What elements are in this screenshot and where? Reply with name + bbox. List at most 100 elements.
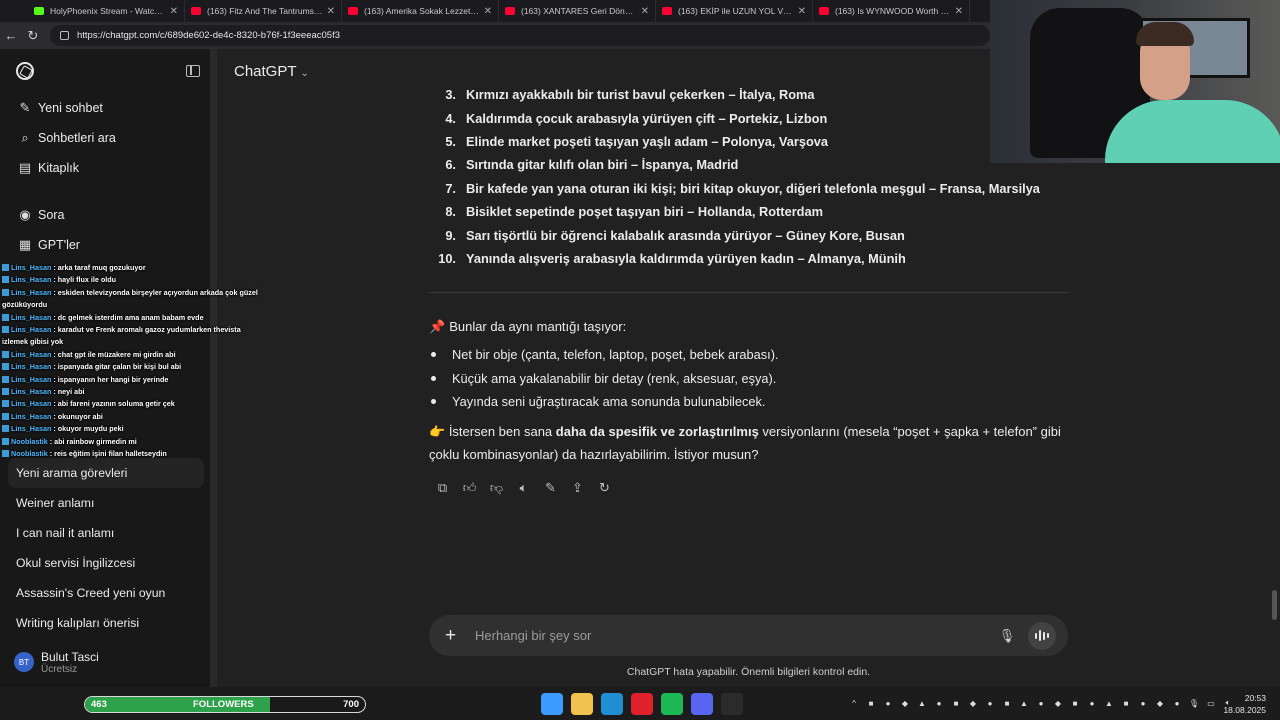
tray-app-icon[interactable]: ● xyxy=(933,697,945,709)
tray-app-icon[interactable]: ◆ xyxy=(1154,697,1166,709)
discord-icon[interactable] xyxy=(691,693,713,715)
close-icon[interactable]: ✕ xyxy=(170,6,178,17)
chat-badge-icon xyxy=(2,276,9,284)
close-icon[interactable]: ✕ xyxy=(327,6,335,17)
bullet-item: Net bir obje (çanta, telefon, laptop, po… xyxy=(431,343,779,367)
history-item[interactable]: I can nail it anlamı xyxy=(0,518,216,548)
close-icon[interactable]: ✕ xyxy=(798,6,806,17)
chat-badge-icon xyxy=(2,288,9,296)
file-explorer-icon[interactable] xyxy=(571,693,593,715)
follower-goal: 700 xyxy=(343,699,359,710)
history-item[interactable]: Yeni arama görevleri xyxy=(8,458,204,488)
regenerate-icon[interactable]: ↻ xyxy=(591,478,618,498)
edge-icon[interactable] xyxy=(601,693,623,715)
clock[interactable]: 20:53 18.08.2025 xyxy=(1223,692,1266,716)
disclaimer: ChatGPT hata yapabilir. Önemli bilgileri… xyxy=(626,666,871,678)
tray-app-icon[interactable]: ● xyxy=(984,697,996,709)
chat-username: Lins_Hasan xyxy=(11,411,52,421)
back-icon[interactable]: ← xyxy=(0,28,22,43)
tray-app-icon[interactable]: ● xyxy=(1171,697,1183,709)
sidebar-item-gpts[interactable]: ▦ GPT'ler xyxy=(0,230,216,260)
bullet-text: Yayında seni uğraştıracak ama sonunda bu… xyxy=(452,394,766,410)
sidebar-item-label: Sora xyxy=(38,208,65,222)
tray-app-icon[interactable]: ● xyxy=(1086,697,1098,709)
close-icon[interactable]: ✕ xyxy=(955,6,963,17)
chat-username: Nooblastik xyxy=(11,449,48,459)
bullet-text: Net bir obje (çanta, telefon, laptop, po… xyxy=(452,347,779,363)
tray-chevron-icon[interactable]: ^ xyxy=(848,697,860,709)
url-field[interactable]: https://chatgpt.com/c/689de602-de4c-8320… xyxy=(50,25,990,46)
chat-badge-icon xyxy=(2,375,9,383)
browser-tab[interactable]: (163) EKİP ile UZUN YOL VLOG - ✕ xyxy=(656,0,813,22)
thumbs-down-icon[interactable]: 👎︎ xyxy=(483,478,510,498)
history-item[interactable]: Okul servisi İngilizcesi xyxy=(0,548,216,578)
tray-app-icon[interactable]: ● xyxy=(882,697,894,709)
close-icon[interactable]: ✕ xyxy=(641,6,649,17)
plus-icon[interactable]: + xyxy=(445,625,457,647)
tray-app-icon[interactable]: ● xyxy=(1137,697,1149,709)
history-item[interactable]: Writing kalıpları önerisi xyxy=(0,608,216,638)
chat-scrollbar[interactable] xyxy=(1272,590,1277,620)
tray-app-icon[interactable]: ▲ xyxy=(1018,697,1030,709)
site-info-icon[interactable] xyxy=(60,31,69,40)
taskbar-apps xyxy=(541,693,743,715)
list-text: Elinde market poşeti taşıyan yaşlı adam … xyxy=(466,133,829,149)
tray-app-icon[interactable]: ◆ xyxy=(1052,697,1064,709)
tray-app-icon[interactable]: ■ xyxy=(1001,697,1013,709)
browser-tab[interactable]: (163) XANTARES Geri Döndü! Bİ ✕ xyxy=(499,0,656,22)
browser-tab[interactable]: (163) Fitz And The Tantrums - 6am ✕ xyxy=(185,0,342,22)
sidebar-item-library[interactable]: ▤ Kitaplık xyxy=(0,153,216,183)
microphone-tray-icon[interactable]: 🎙︎ xyxy=(1188,697,1200,709)
close-sidebar-icon[interactable] xyxy=(186,65,200,77)
model-selector[interactable]: ChatGPT ⌄ xyxy=(234,63,309,80)
tray-app-icon[interactable]: ▲ xyxy=(1103,697,1115,709)
openai-logo-icon[interactable] xyxy=(16,62,34,80)
close-icon[interactable]: ✕ xyxy=(484,6,492,17)
chat-badge-icon xyxy=(2,437,9,445)
divider xyxy=(429,292,1069,293)
chat-message: Lins_Hasan : neyi abi xyxy=(2,386,264,398)
pushpin-icon: 📌 xyxy=(429,319,446,334)
tray-app-icon[interactable]: ◆ xyxy=(967,697,979,709)
share-icon[interactable]: ⇪ xyxy=(564,478,591,498)
list-item: 8. Bisiklet sepetinde poşet taşıyan biri … xyxy=(428,200,1068,223)
reload-icon[interactable]: ↻ xyxy=(22,28,44,44)
read-aloud-icon[interactable]: 🔈︎ xyxy=(510,478,537,498)
prompt-input[interactable]: Herhangi bir şey sor xyxy=(475,628,1000,643)
chatgpt-app-icon[interactable] xyxy=(721,693,743,715)
list-item: 10. Yanında alışveriş arabasıyla kaldırım… xyxy=(428,247,1068,270)
tray-app-icon[interactable]: ■ xyxy=(1069,697,1081,709)
sidebar-item-sora[interactable]: ◉ Sora xyxy=(0,200,216,230)
composer[interactable]: + Herhangi bir şey sor 🎙︎ xyxy=(429,615,1068,656)
browser-tab[interactable]: (163) Amerika Sokak Lezzetleri ! ✕ xyxy=(342,0,499,22)
sidebar-item-compose[interactable]: ✎ Yeni sohbet xyxy=(0,93,216,123)
tray-app-icon[interactable]: ■ xyxy=(1120,697,1132,709)
user-profile[interactable]: BT Bulut Tasci Ücretsiz xyxy=(0,637,216,687)
spotify-icon[interactable] xyxy=(661,693,683,715)
sidebar-item-search[interactable]: ⌕ Sohbetleri ara xyxy=(0,123,216,153)
copy-icon[interactable]: ⧉ xyxy=(429,478,456,498)
tray-app-icon[interactable]: ◆ xyxy=(899,697,911,709)
history-item[interactable]: Assassin's Creed yeni oyun xyxy=(0,578,216,608)
windows-start-icon[interactable] xyxy=(541,693,563,715)
bullet-dot xyxy=(431,375,436,381)
history-item[interactable]: Weiner anlamı xyxy=(0,488,216,518)
network-icon[interactable]: ▭ xyxy=(1205,697,1217,709)
tray-app-icon[interactable]: ● xyxy=(1035,697,1047,709)
browser-tab[interactable]: HolyPhoenix Stream - Watch Live ✕ xyxy=(28,0,185,22)
list-item: 3. Kırmızı ayakkabılı bir turist bavul çe… xyxy=(428,83,1068,106)
tray-app-icon[interactable]: ■ xyxy=(865,697,877,709)
browser-tab[interactable]: (163) Is WYNWOOD Worth Visitin ✕ xyxy=(813,0,970,22)
list-text: Kaldırımda çocuk arabasıyla yürüyen çift… xyxy=(466,110,828,126)
edit-in-canvas-icon[interactable]: ✎ xyxy=(537,478,564,498)
voice-mode-button[interactable] xyxy=(1028,621,1056,650)
sora-icon: ◉ xyxy=(19,207,31,222)
note-text: Bunlar da aynı mantığı taşıyor: xyxy=(449,319,627,334)
library-icon: ▤ xyxy=(18,160,32,175)
thumbs-up-icon[interactable]: 👍︎ xyxy=(456,478,483,498)
microphone-icon[interactable]: 🎙︎ xyxy=(999,628,1016,644)
tray-app-icon[interactable]: ▲ xyxy=(916,697,928,709)
bullet-dot xyxy=(431,352,436,358)
tray-app-icon[interactable]: ■ xyxy=(950,697,962,709)
opera-icon[interactable] xyxy=(631,693,653,715)
